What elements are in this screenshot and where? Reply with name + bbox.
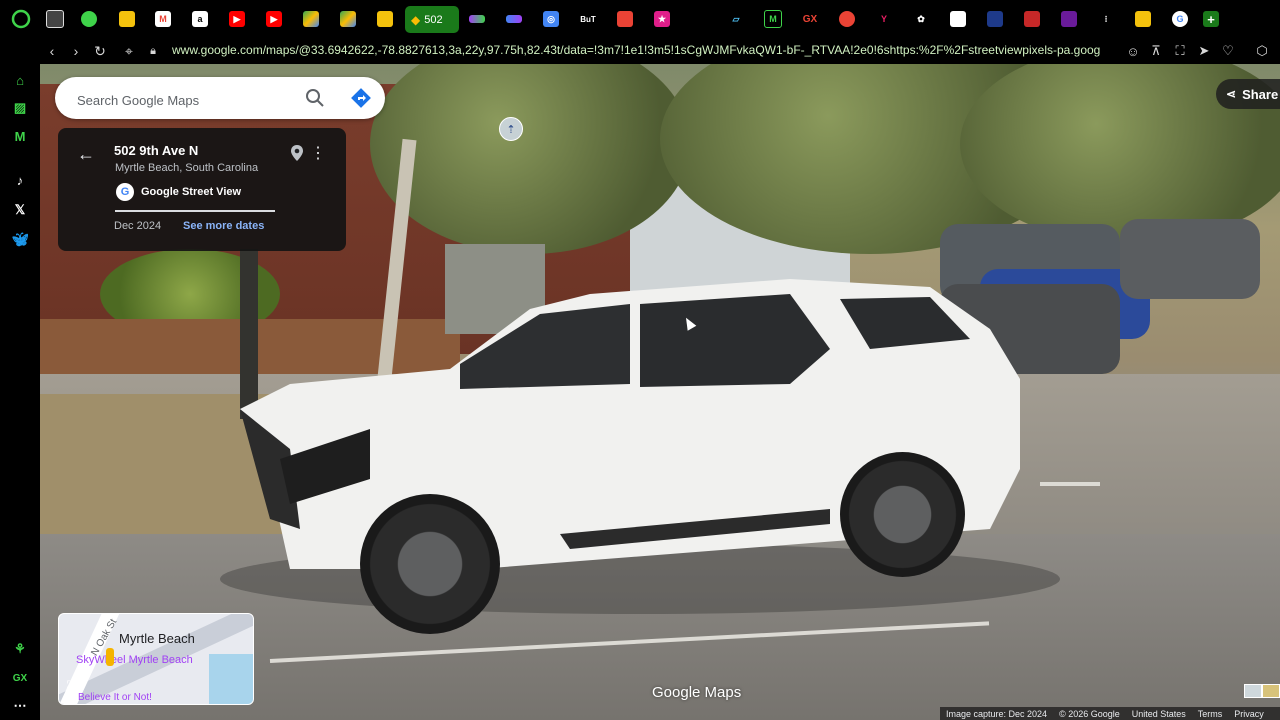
heart-icon[interactable]: ♡ [1219, 42, 1237, 60]
note-icon-2[interactable] [1132, 8, 1154, 30]
gmail-icon[interactable]: M [152, 8, 174, 30]
opera-menu-icon[interactable] [10, 8, 32, 30]
pin-icon-toolbar[interactable]: ⊼ [1147, 42, 1165, 60]
google-icon[interactable]: G [1169, 8, 1191, 30]
tab-icon-4[interactable] [466, 8, 488, 30]
minimap-poi-label: SkyWheel Myrtle Beach [76, 654, 193, 666]
snapshot-icon[interactable]: ⛶ [1171, 42, 1189, 60]
back-icon[interactable]: ‹ [42, 41, 62, 61]
back-arrow-icon[interactable]: ← [76, 144, 96, 164]
amazon-icon[interactable]: a [189, 8, 211, 30]
maps-tab-icon: ◆ [411, 12, 421, 27]
location-info-card: ← 502 9th Ave N Myrtle Beach, South Caro… [58, 128, 346, 251]
sidebar-icon-bottom[interactable]: ⚘ [10, 639, 30, 659]
minimap-city-label: Myrtle Beach [119, 631, 195, 646]
see-more-dates-link[interactable]: See more dates [183, 220, 264, 232]
front-wheel [360, 494, 500, 634]
compass-icon[interactable]: ⇡ [499, 117, 523, 141]
bluesky-icon[interactable]: 🦋︎ [10, 230, 30, 250]
privacy-link[interactable]: Privacy [1234, 709, 1264, 719]
share-label: Share [1242, 86, 1279, 102]
gx-icon[interactable]: GX [799, 8, 821, 30]
tab-icon-1[interactable] [44, 8, 66, 30]
address-city: Myrtle Beach, South Carolina [115, 162, 259, 174]
bt-icon[interactable]: BuT [577, 8, 599, 30]
google-maps-logo: Google Maps [652, 684, 742, 701]
tab-icon-13[interactable]: ✿ [910, 8, 932, 30]
pegman-icon [106, 648, 114, 666]
tab-icon-7[interactable] [614, 8, 636, 30]
minimap-water [209, 654, 253, 704]
tab-icon-12[interactable]: Y [873, 8, 895, 30]
street-view-source: Google Street View [141, 186, 242, 198]
tab-icon-9[interactable]: ▱ [725, 8, 747, 30]
google-logo-icon: G [116, 183, 134, 201]
lane-line [1040, 482, 1100, 486]
thumbnail[interactable] [1244, 684, 1262, 698]
tab-icon-5[interactable] [503, 8, 525, 30]
more-icon-sidebar[interactable]: ⋯ [10, 696, 30, 716]
terms-link[interactable]: Terms [1198, 709, 1223, 719]
location-icon[interactable]: ⌖ [119, 41, 139, 61]
tab-icon-11[interactable] [836, 8, 858, 30]
send-icon[interactable]: ➤ [1195, 42, 1213, 60]
active-tab[interactable]: ◆ 502 [405, 6, 459, 33]
youtube-icon-2[interactable]: ▶ [263, 8, 285, 30]
tab-icon-15[interactable] [984, 8, 1006, 30]
photo-thumbnails[interactable] [1242, 680, 1280, 700]
drive-icon-2[interactable] [337, 8, 359, 30]
tab-icon-8[interactable]: ★ [651, 8, 673, 30]
tab-icon-3[interactable] [116, 8, 138, 30]
card-divider [115, 210, 275, 212]
tab-icon-6[interactable]: ◎ [540, 8, 562, 30]
url-text[interactable]: www.google.com/maps/@33.6942622,-78.8827… [172, 43, 1117, 61]
x-icon[interactable]: 𝕏 [10, 200, 30, 220]
note-icon[interactable] [374, 8, 396, 30]
reload-icon[interactable]: ↻ [90, 41, 110, 61]
search-input[interactable] [75, 90, 299, 110]
region-link[interactable]: United States [1132, 709, 1186, 719]
tiktok-icon[interactable]: ♪ [10, 170, 30, 190]
tab-icon-2[interactable] [78, 8, 100, 30]
minimap-poi-label-2: Believe It or Not! [78, 692, 152, 703]
address-bar: ‹ › ↻ ⌖ 🔒︎ www.google.com/maps/@33.69426… [0, 38, 1280, 64]
maps-search-box[interactable] [55, 77, 385, 119]
sidebar-icon-3[interactable]: M [10, 126, 30, 146]
active-tab-label: 502 [424, 13, 443, 26]
youtube-icon[interactable]: ▶ [226, 8, 248, 30]
sidebar-icon-1[interactable]: ⌂ [10, 70, 30, 90]
browser-tab-bar: M a ▶ ▶ ◆ 502 ◎ BuT ★ ▱ M GX Y ✿ ⁝ G + [0, 0, 1280, 39]
image-capture-text: Image capture: Dec 2024 [946, 708, 1048, 719]
tab-icon-16[interactable] [1021, 8, 1043, 30]
map-pin-icon[interactable] [289, 144, 305, 162]
forward-icon[interactable]: › [66, 41, 86, 61]
more-options-icon[interactable]: ⋮ [310, 144, 326, 162]
emoji-icon[interactable]: ☺ [1124, 42, 1142, 60]
tab-icon-14[interactable] [947, 8, 969, 30]
tab-icon-10[interactable]: M [762, 8, 784, 30]
search-icon[interactable] [305, 88, 325, 108]
address-title: 502 9th Ave N [114, 143, 199, 158]
new-tab-button[interactable]: + [1200, 8, 1222, 30]
capture-date: Dec 2024 [114, 220, 162, 232]
copyright-text: © 2026 Google [1059, 708, 1120, 719]
expand-icon[interactable]: ⛶ [67, 678, 85, 696]
drive-icon[interactable] [300, 8, 322, 30]
sidebar-icon-2[interactable]: ▨ [10, 98, 30, 118]
rear-wheel [840, 452, 965, 577]
minimap[interactable]: N Oak St Myrtle Beach SkyWheel Myrtle Be… [58, 613, 254, 705]
share-button[interactable]: ⋖ Share [1216, 79, 1280, 109]
browser-sidebar: ⌂ ▨ M ♪ 𝕏 🦋︎ ⚘ GX ⋯ [0, 64, 40, 720]
directions-icon[interactable] [351, 88, 371, 108]
gx-corner-icon[interactable]: GX [10, 668, 30, 688]
lock-icon[interactable]: 🔒︎ [143, 41, 163, 61]
share-icon: ⋖ [1226, 87, 1237, 101]
gray-truck [1120, 219, 1260, 299]
tab-icon-17[interactable] [1058, 8, 1080, 30]
thumbnail[interactable] [1262, 684, 1280, 698]
maps-footer: Image capture: Dec 2024 © 2026 Google Un… [940, 707, 1280, 720]
tab-icon-18[interactable]: ⁝ [1095, 8, 1117, 30]
extensions-icon[interactable]: ⬡ [1253, 42, 1271, 60]
